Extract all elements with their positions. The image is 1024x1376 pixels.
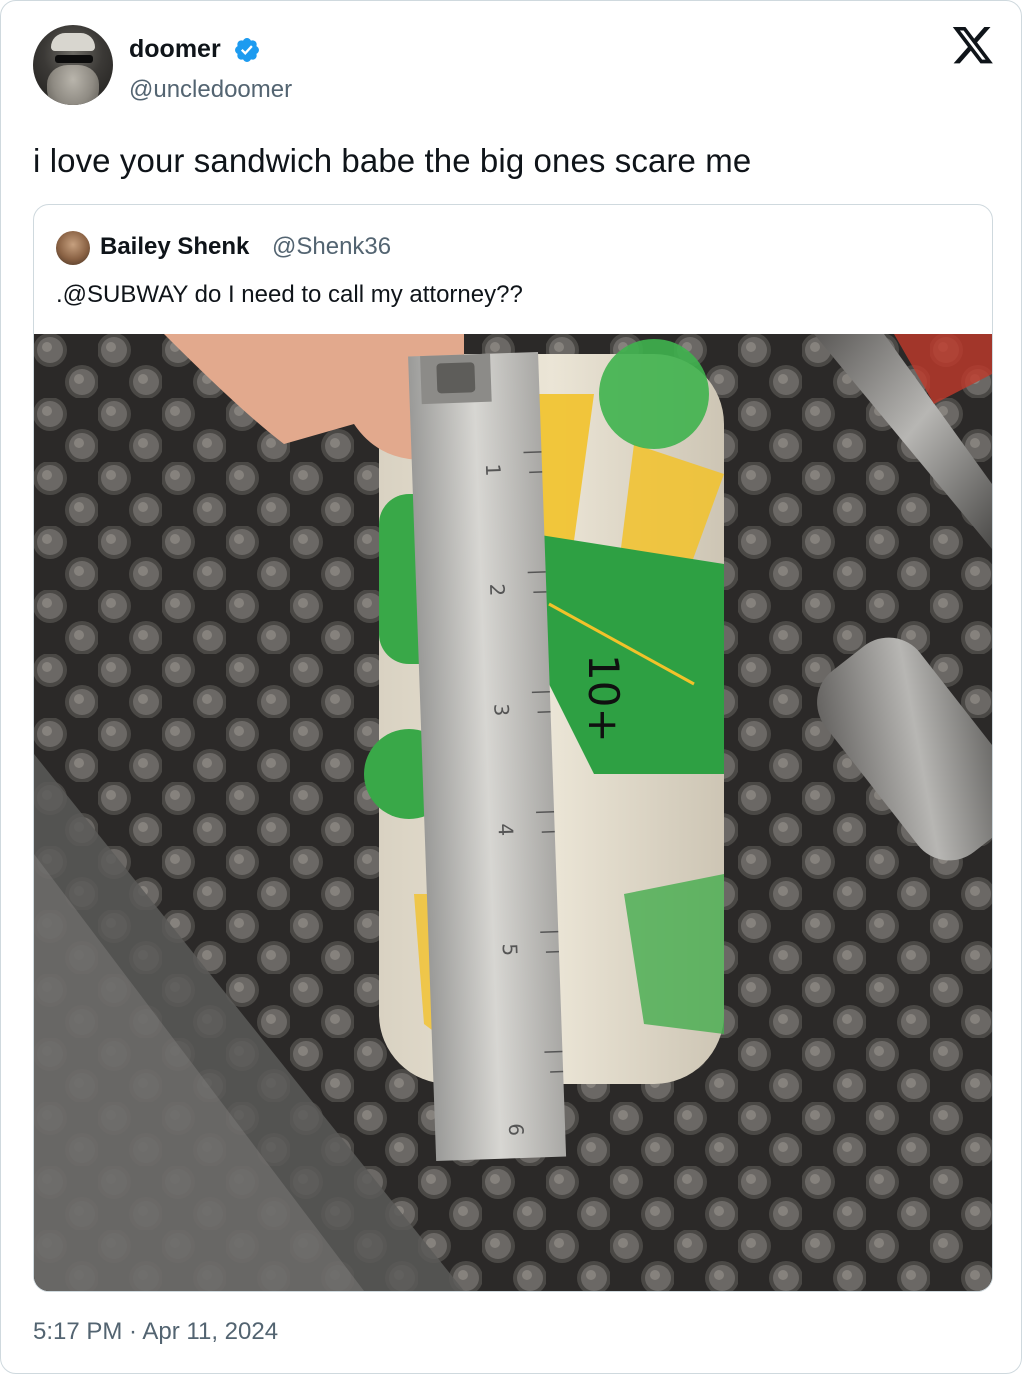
ruler-number-1: 1: [481, 463, 505, 477]
avatar-sunglasses: [55, 55, 93, 63]
tweet-timestamp[interactable]: 5:17 PM · Apr 11, 2024: [33, 1316, 278, 1348]
verified-badge-icon: [235, 38, 259, 62]
tweet-text: i love your sandwich babe the big ones s…: [33, 142, 752, 179]
quoted-tweet[interactable]: Bailey Shenk @Shenk36 .@SUBWAY do I need…: [33, 204, 993, 1292]
handwriting-label: 10+: [579, 654, 628, 743]
author-avatar[interactable]: [33, 25, 113, 105]
x-logo-icon[interactable]: [951, 27, 995, 67]
avatar-cap: [51, 33, 95, 51]
author-handle[interactable]: @uncledoomer: [129, 74, 292, 106]
sandwich-ruler-photo: 10+ 1 2 3 4 5 6: [34, 334, 992, 1291]
ruler-number-3: 3: [489, 703, 513, 717]
author-display-name[interactable]: doomer: [129, 33, 221, 65]
ruler-number-4: 4: [493, 823, 517, 837]
quoted-author-avatar[interactable]: [56, 231, 90, 265]
avatar-beard: [47, 65, 99, 105]
tweet-card: doomer @uncledoomer i love your sandwich…: [0, 0, 1022, 1374]
ruler-number-2: 2: [485, 583, 509, 597]
ruler-number-6: 6: [504, 1123, 528, 1137]
quoted-author-name[interactable]: Bailey Shenk: [100, 232, 249, 262]
quoted-author-handle[interactable]: @Shenk36: [272, 232, 391, 262]
quoted-tweet-photo[interactable]: 10+ 1 2 3 4 5 6: [34, 334, 992, 1291]
ruler-number-5: 5: [498, 943, 522, 957]
quoted-tweet-text: .@SUBWAY do I need to call my attorney??: [56, 281, 523, 308]
